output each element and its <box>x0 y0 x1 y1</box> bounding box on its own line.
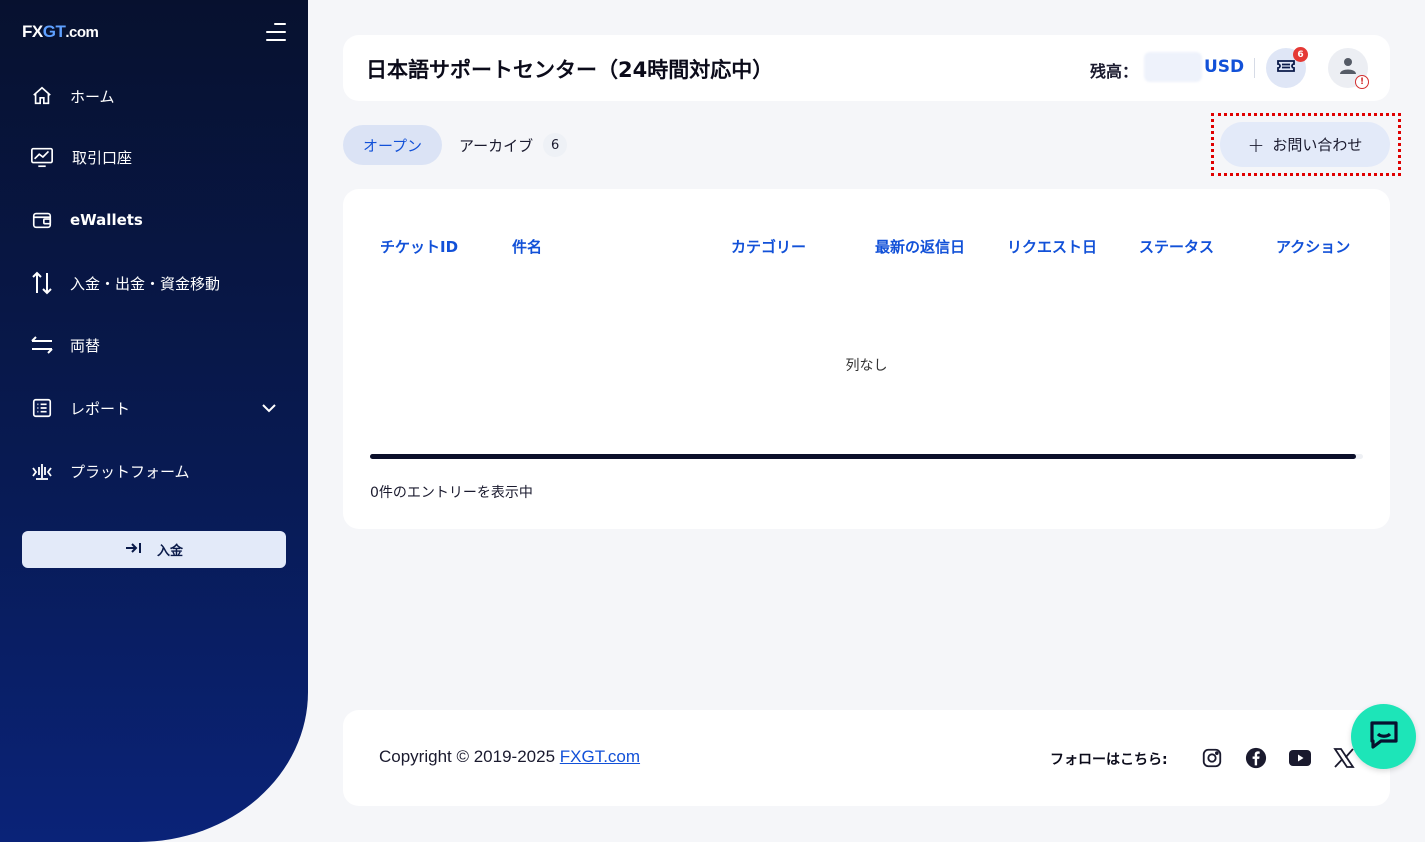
sidebar-item-trading-accounts[interactable]: 取引口座 <box>30 142 132 172</box>
header-bar: 日本語サポートセンター（24時間対応中） 残高： USD 6 ! <box>343 35 1390 101</box>
footer: Copyright © 2019-2025 FXGT.com フォローはこちら: <box>343 710 1390 806</box>
sidebar-item-deposit-withdraw-transfer[interactable]: 入金・出金・資金移動 <box>30 268 220 298</box>
fxgt-link[interactable]: FXGT.com <box>560 747 640 766</box>
exchange-icon <box>30 333 54 357</box>
column-header-last-reply[interactable]: 最新の返信日 <box>875 236 965 257</box>
copyright: Copyright © 2019-2025 FXGT.com <box>379 747 640 767</box>
new-inquiry-button[interactable]: + お問い合わせ <box>1220 122 1390 167</box>
sidebar-item-label: 入金・出金・資金移動 <box>70 274 221 293</box>
arrow-in-icon <box>125 541 143 559</box>
tab-archive[interactable]: アーカイブ 6 <box>459 125 568 165</box>
sidebar-item-label: eWallets <box>70 211 143 229</box>
hamburger-menu-icon[interactable] <box>266 23 286 41</box>
sidebar-item-home[interactable]: ホーム <box>30 81 115 111</box>
ticket-icon <box>1276 58 1296 78</box>
tickets-table: チケットID 件名 カテゴリー 最新の返信日 リクエスト日 ステータス アクショ… <box>343 189 1390 529</box>
report-list-icon <box>30 396 54 420</box>
balance-currency: USD <box>1204 57 1245 77</box>
tab-archive-label: アーカイブ <box>459 136 534 155</box>
chevron-down-icon[interactable] <box>260 399 278 417</box>
ticket-count-badge: 6 <box>1293 47 1308 62</box>
column-header-request-date[interactable]: リクエスト日 <box>1007 236 1097 257</box>
platform-icon <box>30 459 54 483</box>
home-icon <box>30 84 54 108</box>
sidebar-item-platforms[interactable]: プラットフォーム <box>30 456 190 486</box>
fxgt-logo[interactable]: FXGT.com <box>22 22 99 42</box>
sidebar-item-label: ホーム <box>70 87 115 106</box>
sidebar: FXGT.com ホーム 取引口座 eWallets 入金・出金・資金移動 両替 <box>0 0 308 842</box>
entries-count-text: 0件のエントリーを表示中 <box>370 485 533 501</box>
x-twitter-icon[interactable] <box>1332 746 1356 770</box>
tab-open[interactable]: オープン <box>343 125 442 165</box>
horizontal-scrollbar-thumb[interactable] <box>370 454 1356 459</box>
logo-part-gt: GT <box>42 22 66 41</box>
new-inquiry-label: お問い合わせ <box>1272 136 1363 154</box>
alert-icon: ! <box>1355 75 1369 89</box>
deposit-button-label: 入金 <box>156 544 183 559</box>
instagram-icon[interactable] <box>1200 746 1224 770</box>
chat-icon <box>1367 719 1401 755</box>
sidebar-item-label: 取引口座 <box>72 148 133 167</box>
youtube-icon[interactable] <box>1288 746 1312 770</box>
column-header-category[interactable]: カテゴリー <box>731 236 806 257</box>
deposit-button[interactable]: 入金 <box>22 531 286 568</box>
facebook-icon[interactable] <box>1244 746 1268 770</box>
logo-part-domain: .com <box>65 24 99 41</box>
sidebar-item-reports[interactable]: レポート <box>30 393 130 423</box>
transfer-arrows-icon <box>30 271 54 295</box>
tab-open-label: オープン <box>362 136 423 155</box>
page-title: 日本語サポートセンター（24時間対応中） <box>366 58 774 82</box>
follow-label: フォローはこちら: <box>1050 752 1168 768</box>
sidebar-item-label: 両替 <box>70 336 101 355</box>
chart-monitor-icon <box>30 145 54 169</box>
logo-part-fx: FX <box>22 22 43 41</box>
column-header-status[interactable]: ステータス <box>1139 236 1214 257</box>
wallet-icon <box>30 208 54 232</box>
sidebar-item-exchange[interactable]: 両替 <box>30 330 100 360</box>
sidebar-item-label: レポート <box>70 399 131 418</box>
balance-label: 残高： <box>1090 62 1139 81</box>
balance-hidden-value <box>1144 52 1202 82</box>
chat-support-button[interactable] <box>1351 704 1416 769</box>
empty-table-message: 列なし <box>845 358 888 374</box>
user-icon <box>1338 56 1358 80</box>
header-divider <box>1254 58 1255 78</box>
sidebar-item-label: プラットフォーム <box>70 462 190 481</box>
plus-icon: + <box>1247 132 1265 157</box>
archive-count-badge: 6 <box>543 133 568 157</box>
column-header-subject[interactable]: 件名 <box>512 236 542 257</box>
column-header-action[interactable]: アクション <box>1276 236 1350 257</box>
copyright-text: Copyright © 2019-2025 <box>379 747 560 766</box>
column-header-ticket-id[interactable]: チケットID <box>380 236 458 257</box>
sidebar-item-ewallets[interactable]: eWallets <box>30 205 143 235</box>
